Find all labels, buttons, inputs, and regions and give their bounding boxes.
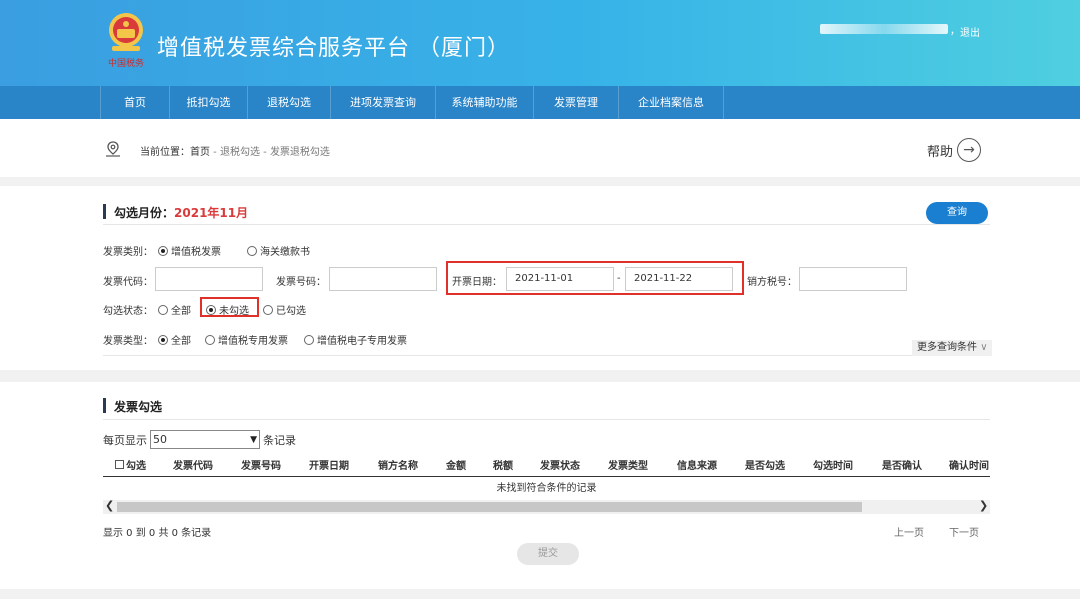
- divider: [103, 355, 990, 356]
- th-is-confirmed: 是否确认: [882, 461, 922, 472]
- nav-item-system-tools[interactable]: 系统辅助功能: [436, 86, 534, 119]
- radio-customs-payment[interactable]: 海关缴款书: [247, 243, 310, 258]
- map-pin-icon: [106, 141, 120, 157]
- query-section-title: 勾选月份：2021年11月: [114, 206, 249, 220]
- breadcrumb-level1[interactable]: 退税勾选: [220, 147, 260, 158]
- next-page-button[interactable]: 下一页: [949, 524, 979, 539]
- help-button[interactable]: 帮助 →: [927, 138, 982, 162]
- radio-status-all[interactable]: 全部: [158, 302, 191, 317]
- radio-status-selected[interactable]: 已勾选: [263, 302, 306, 317]
- divider: [103, 419, 990, 420]
- section-marker: [103, 398, 106, 413]
- invoice-category-label: 发票类别：: [103, 247, 153, 258]
- app-title: 增值税发票综合服务平台 （厦门）: [157, 36, 510, 61]
- th-invoice-type: 发票类型: [608, 461, 648, 472]
- scroll-right-icon[interactable]: ❯: [979, 499, 988, 512]
- breadcrumb-home[interactable]: 首页: [190, 147, 210, 158]
- th-tax: 税额: [493, 461, 513, 472]
- radio-type-vat-special[interactable]: 增值税专用发票: [205, 332, 288, 347]
- th-issue-date: 开票日期: [309, 461, 349, 472]
- nav-item-input-invoice-query[interactable]: 进项发票查询: [331, 86, 436, 119]
- th-invoice-status: 发票状态: [540, 461, 580, 472]
- arrow-right-circle-icon: →: [957, 138, 982, 162]
- submit-button[interactable]: 提交: [517, 543, 579, 565]
- invoice-number-input[interactable]: [329, 267, 437, 291]
- result-section-title: 发票勾选: [114, 400, 163, 414]
- breadcrumb-prefix: 当前位置：: [140, 147, 190, 158]
- nav-item-refund-select[interactable]: 退税勾选: [248, 86, 331, 119]
- scroll-left-icon[interactable]: ❮: [105, 499, 114, 512]
- nav-item-deduction-select[interactable]: 抵扣勾选: [170, 86, 248, 119]
- th-info-source: 信息来源: [677, 461, 717, 472]
- per-page-select[interactable]: 50 ▼: [150, 430, 260, 449]
- radio-unchecked-icon: [304, 334, 314, 345]
- main-nav: 首页 抵扣勾选 退税勾选 进项发票查询 系统辅助功能 发票管理 企业档案信息: [0, 86, 1080, 119]
- radio-checked-icon: [206, 304, 216, 315]
- svg-text:中国税务: 中国税务: [108, 57, 144, 69]
- help-label: 帮助: [927, 144, 954, 160]
- chevron-down-icon: ∨: [980, 342, 988, 353]
- select-all-checkbox[interactable]: [115, 460, 124, 469]
- select-status-label: 勾选状态：: [103, 306, 153, 317]
- th-amount: 金额: [446, 461, 466, 472]
- issue-date-label: 开票日期：: [452, 277, 502, 288]
- app-header: 中国税务 增值税发票综合服务平台 （厦门） ， 退出: [0, 0, 1080, 86]
- th-select-time: 勾选时间: [813, 461, 853, 472]
- th-invoice-code: 发票代码: [173, 461, 213, 472]
- radio-unchecked-icon: [158, 304, 168, 315]
- date-to-input[interactable]: 2021-11-22: [625, 267, 733, 291]
- tax-emblem-logo: 中国税务: [108, 13, 144, 69]
- nav-item-enterprise-archive[interactable]: 企业档案信息: [619, 86, 724, 119]
- th-is-selected: 是否勾选: [745, 461, 785, 472]
- invoice-number-label: 发票号码：: [276, 277, 326, 288]
- invoice-type-label: 发票类型：: [103, 336, 153, 347]
- radio-checked-icon: [158, 245, 168, 256]
- table-header: 勾选 发票代码 发票号码 开票日期 销方名称 金额 税额 发票状态 发票类型 信…: [103, 452, 990, 477]
- breadcrumb: 当前位置：首页 - 退税勾选 - 发票退税勾选: [140, 143, 330, 158]
- radio-type-all[interactable]: 全部: [158, 332, 191, 347]
- seller-tax-label: 销方税号：: [747, 277, 797, 288]
- radio-unchecked-icon: [247, 245, 257, 256]
- radio-type-vat-e-special[interactable]: 增值税电子专用发票: [304, 332, 407, 347]
- invoice-code-label: 发票代码：: [103, 277, 153, 288]
- horizontal-scrollbar[interactable]: ❮ ❯: [103, 499, 990, 514]
- query-button[interactable]: 查询: [926, 202, 988, 224]
- nav-item-invoice-management[interactable]: 发票管理: [534, 86, 619, 119]
- radio-status-unselected[interactable]: 未勾选: [206, 302, 249, 317]
- radio-unchecked-icon: [205, 334, 215, 345]
- radio-unchecked-icon: [263, 304, 273, 315]
- th-seller-name: 销方名称: [378, 461, 418, 472]
- prev-page-button[interactable]: 上一页: [894, 524, 924, 539]
- breadcrumb-sep: -: [259, 147, 270, 158]
- selected-month: 2021年11月: [174, 206, 249, 220]
- table-empty-message: 未找到符合条件的记录: [496, 483, 597, 494]
- scrollbar-thumb[interactable]: [117, 502, 862, 512]
- seller-tax-input[interactable]: [799, 267, 907, 291]
- section-marker: [103, 204, 106, 219]
- username-blurred: [820, 24, 948, 34]
- th-confirm-time: 确认时间: [949, 461, 989, 472]
- th-select: 勾选: [115, 457, 146, 472]
- per-page-control: 每页显示 50 ▼ 条记录: [103, 430, 296, 449]
- breadcrumb-level2: 发票退税勾选: [269, 147, 330, 158]
- radio-checked-icon: [158, 334, 168, 345]
- chevron-down-icon: ▼: [250, 434, 257, 445]
- user-separator: ，: [950, 26, 960, 37]
- breadcrumb-sep: -: [210, 147, 220, 158]
- invoice-code-input[interactable]: [155, 267, 263, 291]
- logout-link[interactable]: 退出: [960, 24, 980, 39]
- date-from-input[interactable]: 2021-11-01: [506, 267, 614, 291]
- pager-info: 显示 0 到 0 共 0 条记录: [103, 528, 212, 539]
- radio-vat-invoice[interactable]: 增值税发票: [158, 243, 221, 258]
- th-invoice-number: 发票号码: [241, 461, 281, 472]
- date-range-separator: -: [617, 273, 621, 284]
- divider: [103, 224, 990, 225]
- more-conditions-toggle[interactable]: 更多查询条件 ∨: [912, 340, 992, 356]
- nav-item-home[interactable]: 首页: [100, 86, 170, 119]
